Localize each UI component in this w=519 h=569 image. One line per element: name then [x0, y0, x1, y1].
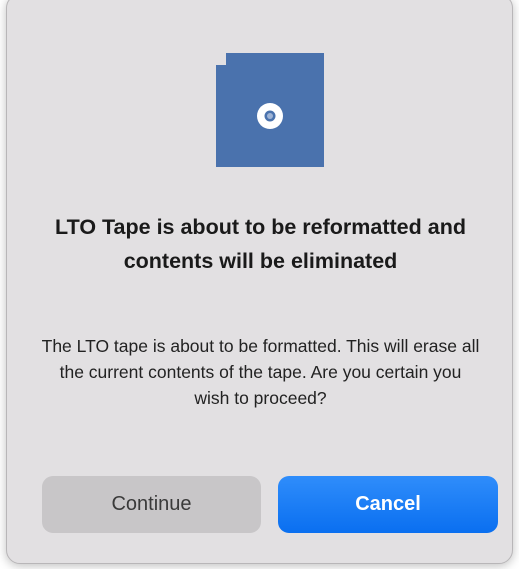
- lto-tape-icon: [216, 53, 324, 167]
- continue-button[interactable]: Continue: [42, 476, 261, 533]
- dialog-title: LTO Tape is about to be reformatted and …: [55, 215, 466, 273]
- dialog-message: The LTO tape is about to be formatted. T…: [41, 336, 480, 408]
- cancel-button[interactable]: Cancel: [278, 476, 498, 533]
- alert-dialog: LTO Tape is about to be reformatted and …: [6, 0, 513, 564]
